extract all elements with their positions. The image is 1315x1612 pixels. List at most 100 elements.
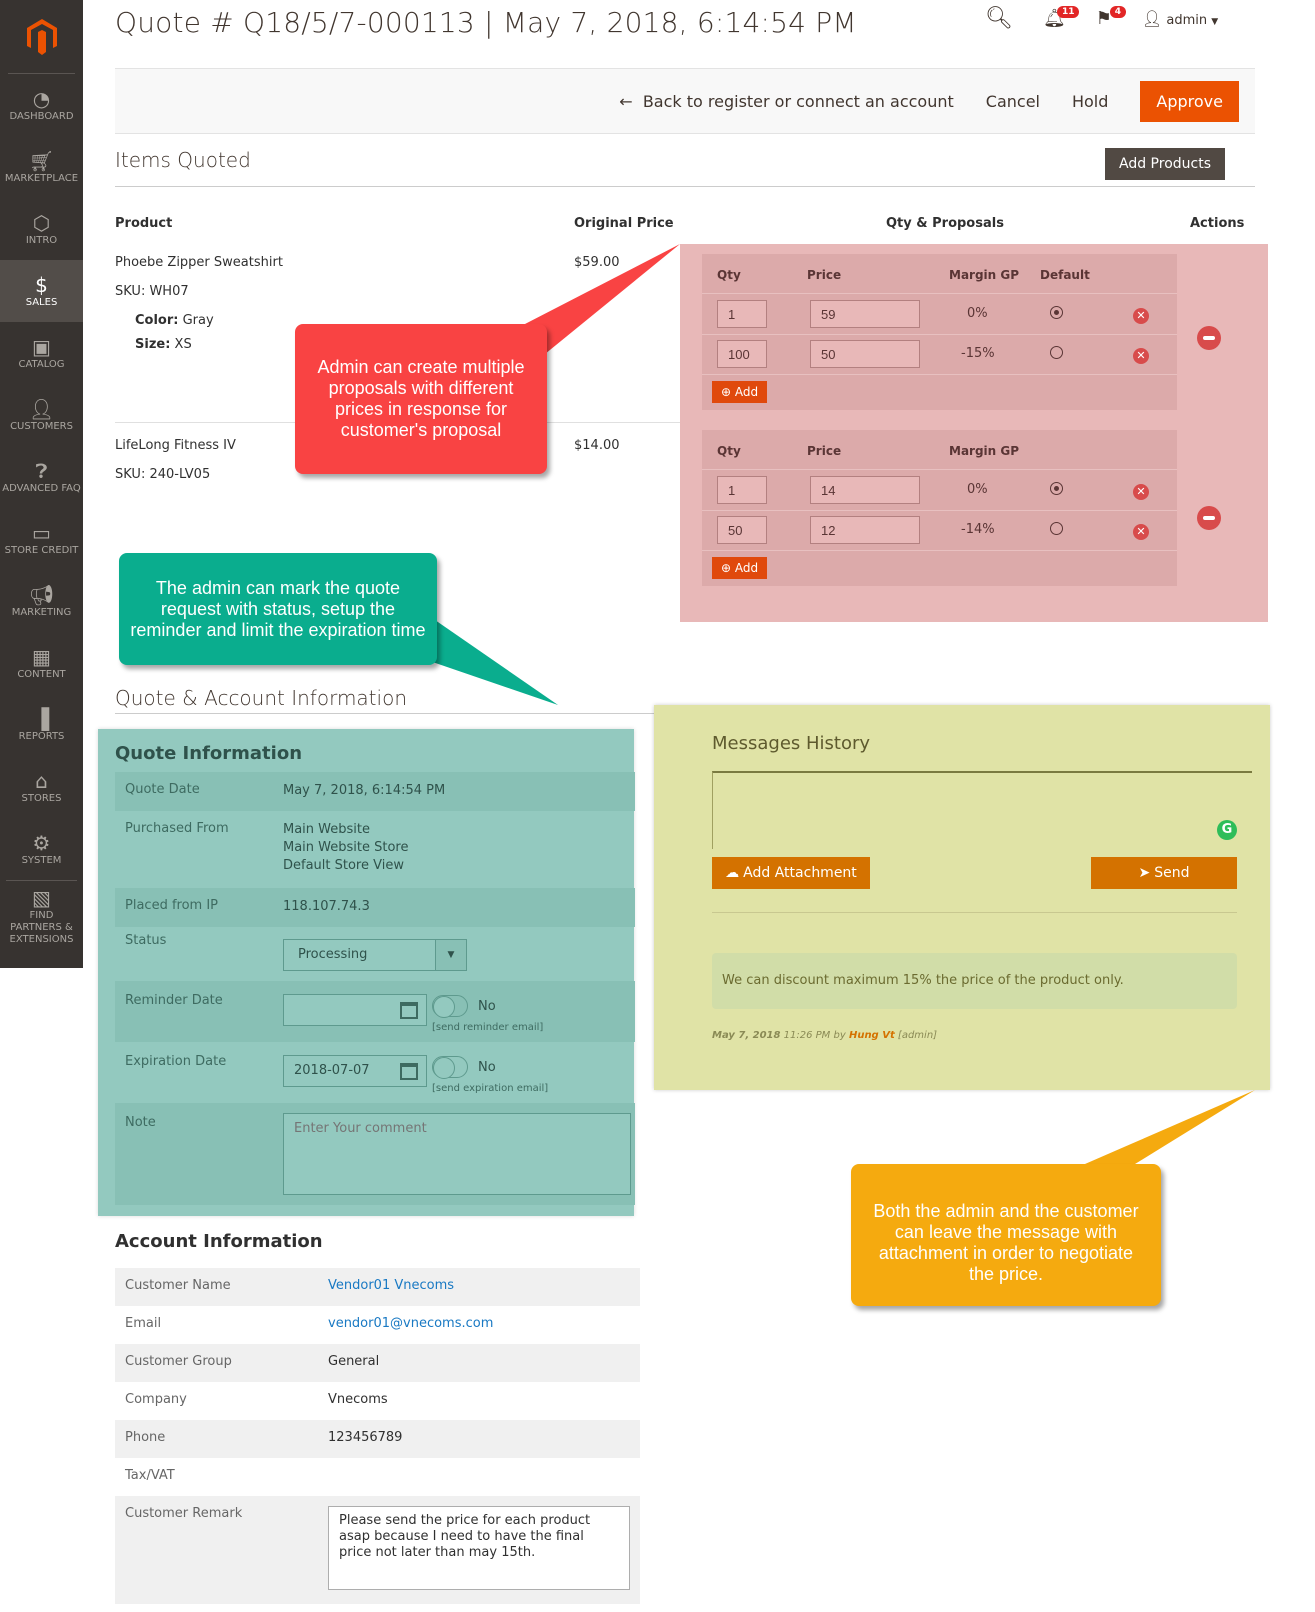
- column-qty-proposals: Qty & Proposals: [886, 216, 1004, 231]
- row-label: Customer Name: [125, 1278, 231, 1293]
- sidebar-item-marketing[interactable]: 📢︎ MARKETING: [0, 570, 83, 632]
- expiration-date-input[interactable]: 2018-07-07: [283, 1055, 427, 1087]
- paper-plane-icon: ➤: [1138, 865, 1151, 881]
- calendar-icon[interactable]: [400, 1063, 418, 1080]
- sidebar-item-advanced-faq[interactable]: ❓︎ ADVANCED FAQ: [0, 446, 83, 508]
- reminder-date-input[interactable]: [283, 994, 427, 1026]
- approve-button[interactable]: Approve: [1140, 80, 1239, 122]
- sidebar-item-dashboard[interactable]: ◔ DASHBOARD: [0, 74, 83, 136]
- remove-item-icon[interactable]: [1197, 506, 1221, 530]
- sidebar-item-sales[interactable]: $ SALES: [0, 260, 83, 322]
- sidebar-label: MARKETPLACE: [4, 173, 79, 184]
- sidebar-item-stores[interactable]: ⌂ STORES: [0, 756, 83, 818]
- remove-proposal-icon[interactable]: ✕: [1133, 348, 1149, 364]
- row-label: Reminder Date: [125, 993, 223, 1008]
- hold-button[interactable]: Hold: [1072, 92, 1108, 111]
- sidebar-label: CONTENT: [17, 669, 66, 680]
- plus-circle-icon: ⊕: [721, 561, 732, 575]
- row-label: Expiration Date: [125, 1054, 227, 1069]
- remove-item-icon[interactable]: [1197, 326, 1221, 350]
- proposal-qty-input[interactable]: [717, 516, 767, 544]
- row-label: Customer Group: [125, 1354, 232, 1369]
- message-time: 11:26 PM: [783, 1030, 831, 1041]
- sidebar-item-marketplace[interactable]: 🛒︎ MARKETPLACE: [0, 136, 83, 198]
- back-button[interactable]: ← Back to register or connect an account: [619, 92, 954, 111]
- remove-proposal-icon[interactable]: ✕: [1133, 524, 1149, 540]
- default-radio[interactable]: [1050, 522, 1063, 535]
- gear-icon: ⚙: [32, 831, 51, 855]
- search-icon[interactable]: 🔍︎: [985, 6, 1013, 31]
- default-radio[interactable]: [1050, 346, 1063, 359]
- quote-info-title: Quote Information: [115, 743, 303, 764]
- header-default: Default: [1040, 268, 1090, 282]
- quote-date-row: Quote Date May 7, 2018, 6:14:54 PM: [115, 772, 635, 811]
- header-actions: 🔍︎ 🔔︎ 11 ⚑ 4 👤︎ admin ▼: [985, 6, 1218, 31]
- grammarly-icon[interactable]: G: [1217, 820, 1237, 840]
- proposal-qty-input[interactable]: [717, 340, 767, 368]
- add-attachment-label: Add Attachment: [743, 865, 857, 881]
- status-select[interactable]: Processing ▼: [283, 939, 467, 971]
- notifications-button[interactable]: 🔔︎ 11: [1043, 6, 1080, 29]
- message-author[interactable]: Hung Vt: [849, 1030, 895, 1041]
- customer-remark-textarea[interactable]: [328, 1506, 630, 1590]
- sidebar-item-catalog[interactable]: ▣ CATALOG: [0, 322, 83, 384]
- sidebar-item-content[interactable]: ▦ CONTENT: [0, 632, 83, 694]
- reminder-toggle[interactable]: [432, 995, 468, 1018]
- default-radio[interactable]: [1050, 306, 1063, 319]
- account-row: Tax/VAT: [115, 1458, 640, 1496]
- question-icon: ❓︎: [35, 459, 48, 483]
- sidebar-label: STORES: [21, 793, 62, 804]
- add-proposal-button[interactable]: ⊕ Add: [712, 557, 768, 579]
- lego-icon: ▧: [32, 885, 51, 910]
- proposal-price-input[interactable]: [810, 300, 920, 328]
- sidebar-item-customers[interactable]: 👤︎ CUSTOMERS: [0, 384, 83, 446]
- sidebar-item-store-credit[interactable]: ▭ STORE CREDIT: [0, 508, 83, 570]
- flags-button[interactable]: ⚑ 4: [1096, 6, 1127, 29]
- send-label: Send: [1154, 865, 1190, 881]
- remove-proposal-icon[interactable]: ✕: [1133, 308, 1149, 324]
- sidebar-label: ADVANCED FAQ: [2, 483, 81, 494]
- notifications-badge: 11: [1056, 6, 1080, 18]
- proposal-qty-input[interactable]: [717, 476, 767, 504]
- user-icon: 👤︎: [1141, 9, 1163, 28]
- sidebar-item-intro[interactable]: ⬡ INTRO: [0, 198, 83, 260]
- callout-messages: Both the admin and the customer can leav…: [851, 1164, 1161, 1306]
- sidebar-label: SALES: [25, 297, 58, 308]
- proposal-margin: 0%: [967, 482, 988, 497]
- proposal-price-input[interactable]: [810, 476, 920, 504]
- dashboard-icon: ◔: [32, 87, 51, 111]
- send-button[interactable]: ➤ Send: [1091, 857, 1237, 889]
- note-textarea[interactable]: [283, 1113, 631, 1195]
- magento-logo[interactable]: [8, 0, 75, 74]
- expiration-toggle[interactable]: [432, 1056, 468, 1079]
- calendar-icon[interactable]: [400, 1002, 418, 1019]
- row-value[interactable]: vendor01@vnecoms.com: [328, 1316, 493, 1331]
- row-label: Tax/VAT: [125, 1468, 175, 1483]
- purchased-from: Main Website Main Website Store Default St…: [283, 822, 409, 873]
- proposal-qty-input[interactable]: [717, 300, 767, 328]
- remove-proposal-icon[interactable]: ✕: [1133, 484, 1149, 500]
- plus-circle-icon: ⊕: [721, 385, 732, 399]
- status-value: Processing: [298, 947, 368, 962]
- row-label: Placed from IP: [125, 898, 219, 913]
- account-row: Phone 123456789: [115, 1420, 640, 1458]
- add-products-button[interactable]: Add Products: [1105, 148, 1226, 180]
- row-value[interactable]: Vendor01 Vnecoms: [328, 1278, 454, 1293]
- messages-title: Messages History: [712, 733, 871, 754]
- account-row: Customer Name Vendor01 Vnecoms: [115, 1268, 640, 1306]
- sidebar-item-system[interactable]: ⚙ SYSTEM: [0, 818, 83, 880]
- proposal-price-input[interactable]: [810, 340, 920, 368]
- sidebar-label: INTRO: [25, 235, 58, 246]
- proposal-price-input[interactable]: [810, 516, 920, 544]
- message-textarea[interactable]: [712, 771, 1252, 849]
- person-icon: 👤︎: [28, 397, 55, 421]
- callout-status: The admin can mark the quote request wit…: [119, 553, 437, 665]
- sidebar-item-reports[interactable]: ▐ REPORTS: [0, 694, 83, 756]
- default-radio[interactable]: [1050, 482, 1063, 495]
- cancel-button[interactable]: Cancel: [986, 92, 1040, 111]
- message-role: [admin]: [897, 1030, 938, 1041]
- sidebar-item-find-partners-extensions[interactable]: ▧ FIND PARTNERS & EXTENSIONS: [6, 880, 77, 950]
- add-attachment-button[interactable]: ☁ Add Attachment: [712, 857, 870, 889]
- user-menu[interactable]: 👤︎ admin ▼: [1142, 9, 1218, 28]
- add-proposal-button[interactable]: ⊕ Add: [712, 381, 768, 403]
